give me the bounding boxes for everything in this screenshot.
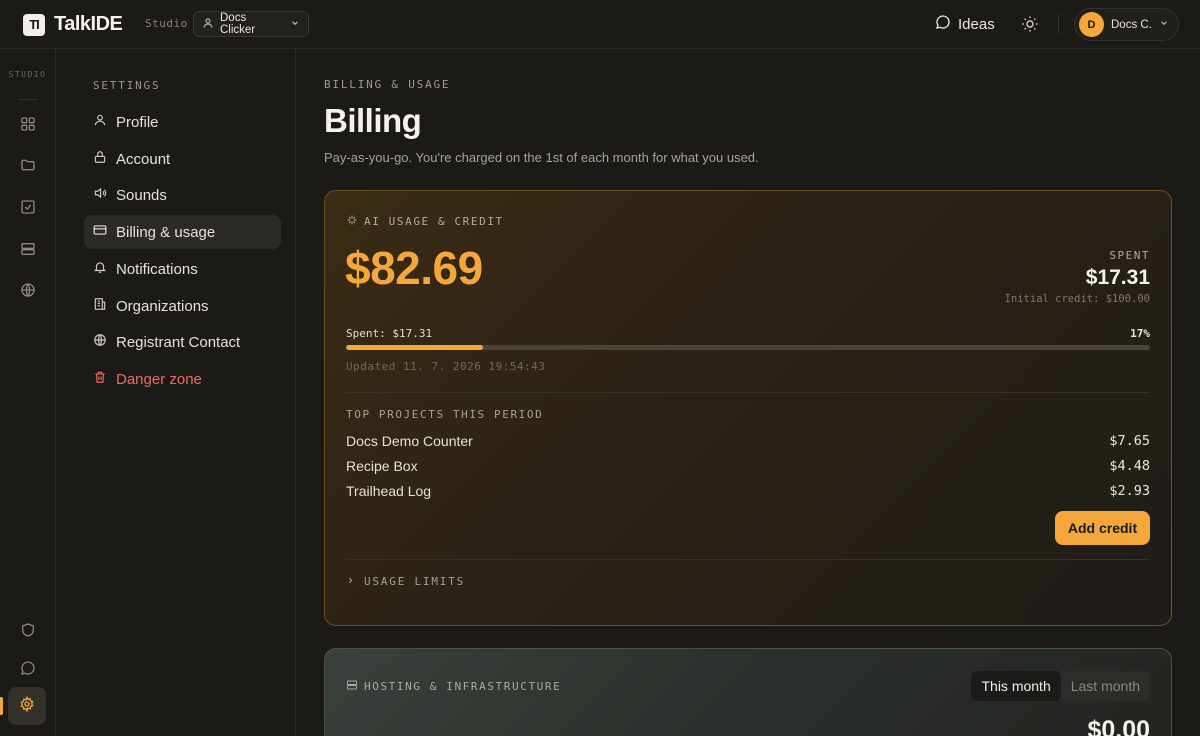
project-selector[interactable]: Docs Clicker bbox=[193, 11, 309, 37]
user-menu-button[interactable]: D Docs C. bbox=[1074, 8, 1179, 41]
user-icon bbox=[202, 17, 214, 32]
settings-rail-button[interactable] bbox=[8, 687, 46, 725]
active-indicator bbox=[0, 697, 3, 715]
progress-fill bbox=[346, 345, 483, 350]
spent-label: SPENT bbox=[1109, 249, 1150, 262]
folder-icon[interactable] bbox=[18, 155, 38, 175]
nav-item-label: Sounds bbox=[116, 186, 167, 204]
divider bbox=[346, 559, 1150, 560]
project-row: Recipe Box $4.48 bbox=[346, 458, 1150, 474]
rail-label: STUDIO bbox=[8, 70, 47, 79]
add-credit-button[interactable]: Add credit bbox=[1055, 511, 1150, 545]
speaker-icon bbox=[93, 186, 107, 204]
gear-icon bbox=[19, 695, 35, 717]
project-amount: $2.93 bbox=[1109, 483, 1150, 499]
updated-timestamp: Updated 11. 7. 2026 19:54:43 bbox=[346, 360, 546, 373]
period-toggle: This month Last month bbox=[971, 671, 1150, 701]
chevron-down-icon bbox=[290, 18, 300, 31]
main-content: BILLING & USAGE Billing Pay-as-you-go. Y… bbox=[296, 49, 1200, 736]
nav-item-label: Danger zone bbox=[116, 370, 202, 388]
project-name: Recipe Box bbox=[346, 458, 418, 474]
progress-percent: 17% bbox=[1130, 327, 1150, 340]
nav-item-label: Organizations bbox=[116, 297, 209, 315]
nav-item-account[interactable]: Account bbox=[84, 142, 281, 176]
hosting-amount: $0.00 bbox=[1087, 716, 1150, 736]
settings-title: SETTINGS bbox=[93, 79, 161, 92]
divider bbox=[346, 392, 1150, 393]
sun-icon bbox=[1021, 16, 1039, 37]
sparkle-icon bbox=[346, 214, 358, 229]
studio-tag: Studio bbox=[145, 17, 188, 30]
period-last-month[interactable]: Last month bbox=[1061, 671, 1150, 701]
theme-toggle-button[interactable] bbox=[1021, 15, 1039, 38]
shield-icon[interactable] bbox=[18, 620, 38, 640]
avatar: D bbox=[1079, 12, 1104, 37]
nav-item-label: Profile bbox=[116, 113, 159, 131]
credit-balance: $82.69 bbox=[345, 242, 483, 294]
nav-item-danger-zone[interactable]: Danger zone bbox=[84, 362, 281, 396]
page-description: Pay-as-you-go. You're charged on the 1st… bbox=[324, 150, 759, 165]
app-name: TalkIDE bbox=[54, 13, 123, 35]
card-icon bbox=[93, 223, 107, 241]
card-heading-label: HOSTING & INFRASTRUCTURE bbox=[364, 680, 562, 693]
nav-item-organizations[interactable]: Organizations bbox=[84, 289, 281, 323]
user-icon bbox=[93, 113, 107, 131]
project-amount: $4.48 bbox=[1109, 458, 1150, 474]
globe-icon[interactable] bbox=[18, 280, 38, 300]
settings-sidebar: SETTINGS Profile Account Sounds Billing … bbox=[56, 49, 296, 736]
server-icon[interactable] bbox=[18, 239, 38, 259]
card-heading: AI USAGE & CREDIT bbox=[346, 214, 504, 229]
bell-icon bbox=[93, 260, 107, 278]
divider bbox=[1058, 14, 1059, 34]
nav-item-label: Billing & usage bbox=[116, 223, 216, 241]
card-heading-label: AI USAGE & CREDIT bbox=[364, 215, 504, 228]
ideas-button[interactable]: Ideas bbox=[935, 14, 995, 34]
chat-bubble-icon bbox=[935, 14, 951, 34]
grid-icon[interactable] bbox=[18, 114, 38, 134]
chevron-right-icon bbox=[346, 575, 355, 588]
nav-item-billing[interactable]: Billing & usage bbox=[84, 215, 281, 249]
hosting-card: HOSTING & INFRASTRUCTURE This month Last… bbox=[324, 648, 1172, 736]
nav-item-sounds[interactable]: Sounds bbox=[84, 178, 281, 212]
page-eyebrow: BILLING & USAGE bbox=[324, 78, 451, 91]
nav-item-registrant-contact[interactable]: Registrant Contact bbox=[84, 325, 281, 359]
project-row: Docs Demo Counter $7.65 bbox=[346, 433, 1150, 449]
nav-item-label: Notifications bbox=[116, 260, 198, 278]
nav-item-profile[interactable]: Profile bbox=[84, 105, 281, 139]
usage-limits-toggle[interactable]: USAGE LIMITS bbox=[346, 575, 465, 588]
building-icon bbox=[93, 297, 107, 315]
ideas-label: Ideas bbox=[958, 15, 995, 33]
ai-usage-card: AI USAGE & CREDIT $82.69 SPENT $17.31 In… bbox=[324, 190, 1172, 626]
logo-mark: TI bbox=[23, 13, 45, 36]
nav-item-notifications[interactable]: Notifications bbox=[84, 252, 281, 286]
initial-credit: Initial credit: $100.00 bbox=[1004, 293, 1150, 305]
chevron-down-icon bbox=[1159, 18, 1169, 31]
left-rail: STUDIO bbox=[0, 49, 56, 736]
spent-amount: $17.31 bbox=[1085, 266, 1150, 289]
top-projects-title: TOP PROJECTS THIS PERIOD bbox=[346, 408, 544, 421]
user-name: Docs C. bbox=[1111, 18, 1152, 31]
top-bar: TI TalkIDE Studio Docs Clicker Ideas D D… bbox=[0, 0, 1200, 49]
divider bbox=[18, 99, 38, 100]
project-row: Trailhead Log $2.93 bbox=[346, 483, 1150, 499]
server-icon bbox=[346, 679, 358, 694]
project-name: Trailhead Log bbox=[346, 483, 432, 499]
usage-limits-label: USAGE LIMITS bbox=[364, 575, 466, 588]
chat-icon[interactable] bbox=[18, 658, 38, 678]
globe-icon bbox=[93, 333, 107, 351]
period-this-month[interactable]: This month bbox=[971, 671, 1061, 701]
nav-item-label: Account bbox=[116, 150, 171, 168]
usage-progress-bar bbox=[346, 345, 1150, 350]
lock-icon bbox=[93, 150, 107, 168]
checkbox-icon[interactable] bbox=[18, 197, 38, 217]
project-amount: $7.65 bbox=[1109, 433, 1150, 449]
project-name: Docs Demo Counter bbox=[346, 433, 473, 449]
nav-item-label: Registrant Contact bbox=[116, 333, 241, 351]
trash-icon bbox=[93, 370, 107, 388]
card-heading: HOSTING & INFRASTRUCTURE bbox=[346, 679, 561, 694]
project-name: Docs Clicker bbox=[220, 12, 256, 36]
progress-label: Spent: $17.31 bbox=[346, 327, 433, 340]
app-logo[interactable]: TI TalkIDE bbox=[23, 13, 123, 36]
page-title: Billing bbox=[324, 102, 422, 139]
